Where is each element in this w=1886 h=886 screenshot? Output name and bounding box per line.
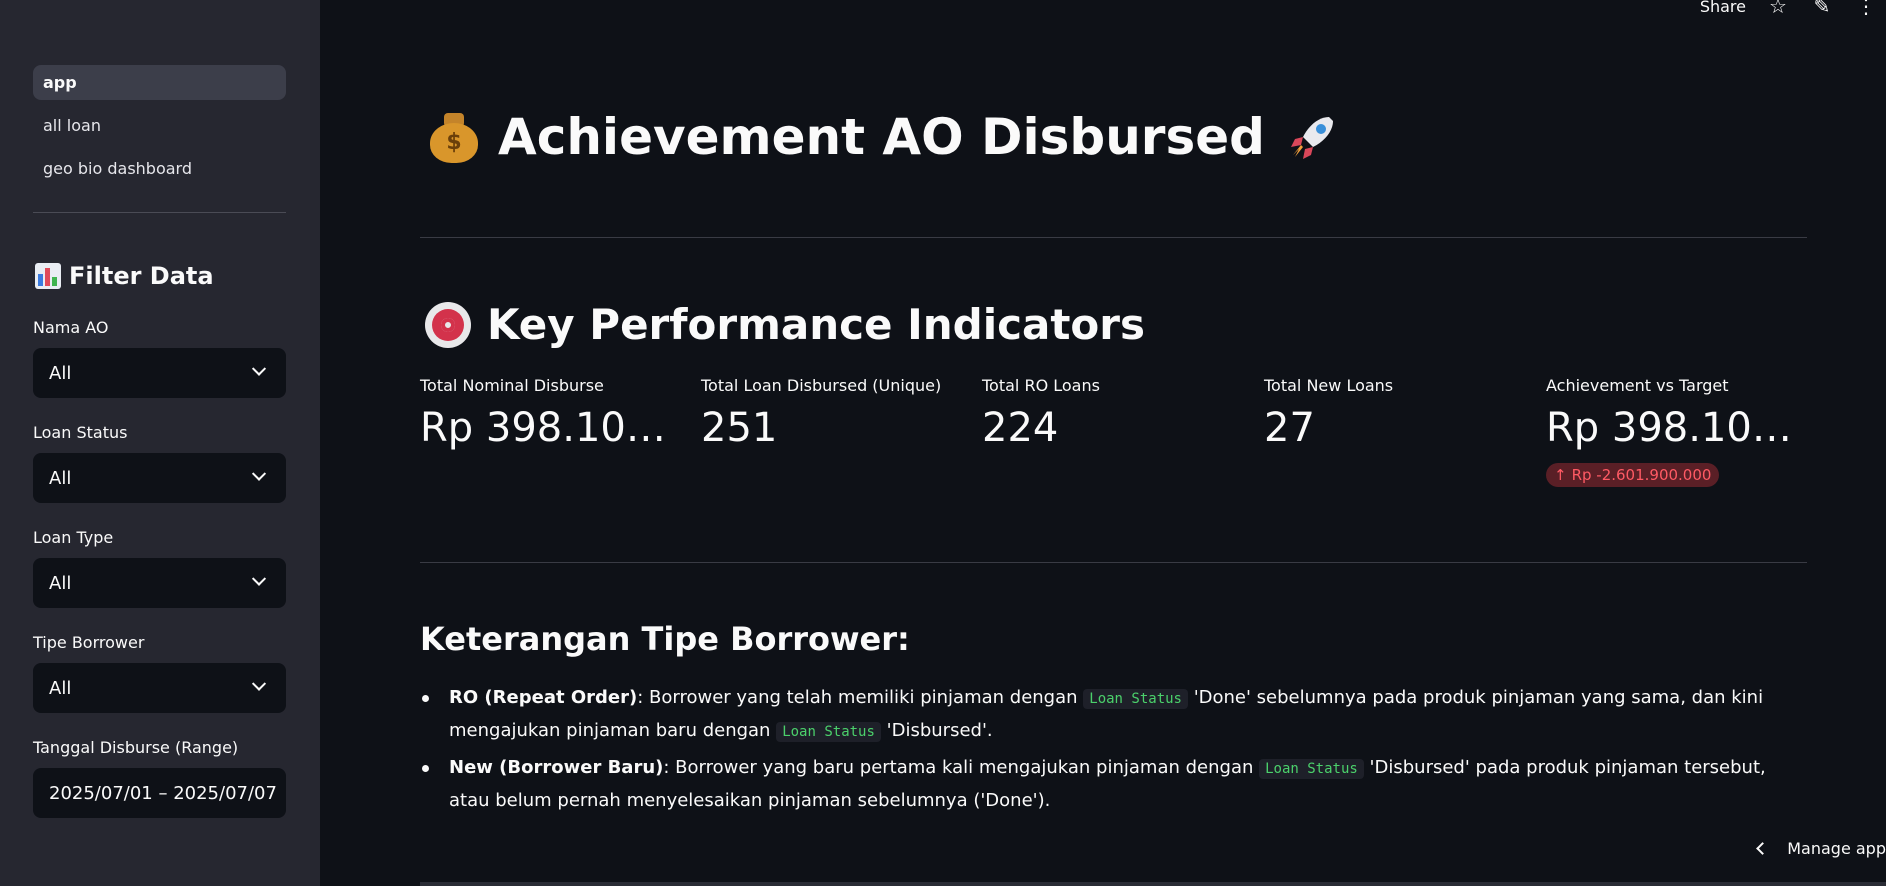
nama-ao-label: Nama AO (33, 318, 109, 337)
page-title: $ Achievement AO Disbursed (430, 108, 1341, 166)
loan-status-select[interactable]: All (33, 453, 286, 503)
inline-code: Loan Status (1083, 689, 1188, 709)
nav-item-all-loan[interactable]: all loan (33, 108, 286, 143)
target-icon (425, 301, 471, 348)
metric-value: 224 (982, 405, 1059, 451)
tipe-borrower-select[interactable]: All (33, 663, 286, 713)
list-item: RO (Repeat Order): Borrower yang telah m… (420, 682, 1790, 748)
metric-label: Achievement vs Target (1546, 376, 1729, 395)
more-menu-icon[interactable]: ⋮ (1854, 0, 1878, 18)
delta-value: Rp -2.601.900.000 (1571, 466, 1712, 484)
date-range-value: 2025/07/01 – 2025/07/07 (49, 782, 277, 804)
money-bag-icon: $ (430, 111, 478, 163)
loan-type-label: Loan Type (33, 528, 114, 547)
manage-app-button[interactable]: Manage app (1738, 833, 1886, 864)
metric-total-nominal: Total Nominal Disburse Rp 398.100.... (420, 376, 685, 451)
filter-title: Filter Data (69, 262, 214, 290)
chevron-down-icon (251, 361, 267, 376)
tipe-borrower-value: All (49, 677, 72, 699)
date-range-label: Tanggal Disburse (Range) (33, 738, 239, 757)
loan-status-label: Loan Status (33, 423, 128, 442)
section-divider (420, 237, 1807, 238)
kpi-title: Key Performance Indicators (487, 300, 1145, 349)
loan-type-select[interactable]: All (33, 558, 286, 608)
star-icon[interactable]: ☆ (1766, 0, 1790, 18)
sidebar: app all loan geo bio dashboard Filter Da… (0, 0, 320, 886)
sidebar-divider (33, 212, 286, 213)
bottom-strip (420, 882, 1886, 886)
page-title-text: Achievement AO Disbursed (498, 108, 1265, 166)
date-range-input[interactable]: 2025/07/01 – 2025/07/07 (33, 768, 286, 818)
chevron-down-icon (251, 676, 267, 691)
share-button[interactable]: Share (1700, 0, 1746, 16)
list-item: New (Borrower Baru): Borrower yang baru … (420, 752, 1790, 817)
metric-label: Total Loan Disbursed (Unique) (701, 376, 942, 395)
loan-status-value: All (49, 467, 72, 489)
manage-app-label: Manage app (1787, 839, 1886, 858)
nav-item-app[interactable]: app (33, 65, 286, 100)
tipe-borrower-label: Tipe Borrower (33, 633, 145, 652)
metric-total-loan: Total Loan Disbursed (Unique) 251 (701, 376, 966, 451)
arrow-up-icon: ↑ (1554, 466, 1567, 484)
metric-achievement: Achievement vs Target Rp 398.100.... ↑ R… (1546, 376, 1811, 487)
metric-value: 27 (1264, 405, 1315, 451)
edit-icon[interactable]: ✎ (1810, 0, 1834, 18)
loan-type-value: All (49, 572, 72, 594)
metric-label: Total RO Loans (982, 376, 1100, 395)
metric-label: Total New Loans (1264, 376, 1394, 395)
list-item-text: 'Disbursed'. (880, 720, 993, 741)
inline-code: Loan Status (1259, 759, 1364, 779)
bar-chart-icon (35, 263, 61, 289)
list-item-text: : Borrower yang baru pertama kali mengaj… (663, 757, 1260, 778)
list-item-text: : Borrower yang telah memiliki pinjaman … (637, 687, 1084, 708)
filter-heading: Filter Data (35, 262, 214, 290)
nav-item-geo-bio-dashboard[interactable]: geo bio dashboard (33, 151, 286, 186)
nama-ao-value: All (49, 362, 72, 384)
section-divider (420, 562, 1807, 563)
metric-value: 251 (701, 405, 778, 451)
kpi-heading: Key Performance Indicators (425, 300, 1145, 349)
sidebar-nav: app all loan geo bio dashboard (33, 65, 286, 194)
chevron-down-icon (251, 466, 267, 481)
metric-value: Rp 398.100.... (420, 405, 685, 451)
chevron-down-icon (251, 571, 267, 586)
metric-total-new: Total New Loans 27 (1264, 376, 1529, 451)
list-item-term: RO (Repeat Order) (449, 687, 638, 708)
metric-total-ro: Total RO Loans 224 (982, 376, 1247, 451)
top-toolbar: Share ☆ ✎ ⋮ (1700, 0, 1886, 18)
legend-list: RO (Repeat Order): Borrower yang telah m… (420, 682, 1790, 821)
list-item-term: New (Borrower Baru) (449, 757, 664, 778)
metric-value: Rp 398.100.... (1546, 405, 1811, 451)
inline-code: Loan Status (776, 722, 881, 742)
metric-label: Total Nominal Disburse (420, 376, 604, 395)
chevron-left-icon (1756, 842, 1770, 855)
rocket-icon (1290, 117, 1333, 159)
delta-badge: ↑ Rp -2.601.900.000 (1546, 463, 1720, 487)
nama-ao-select[interactable]: All (33, 348, 286, 398)
legend-heading: Keterangan Tipe Borrower: (420, 620, 910, 658)
